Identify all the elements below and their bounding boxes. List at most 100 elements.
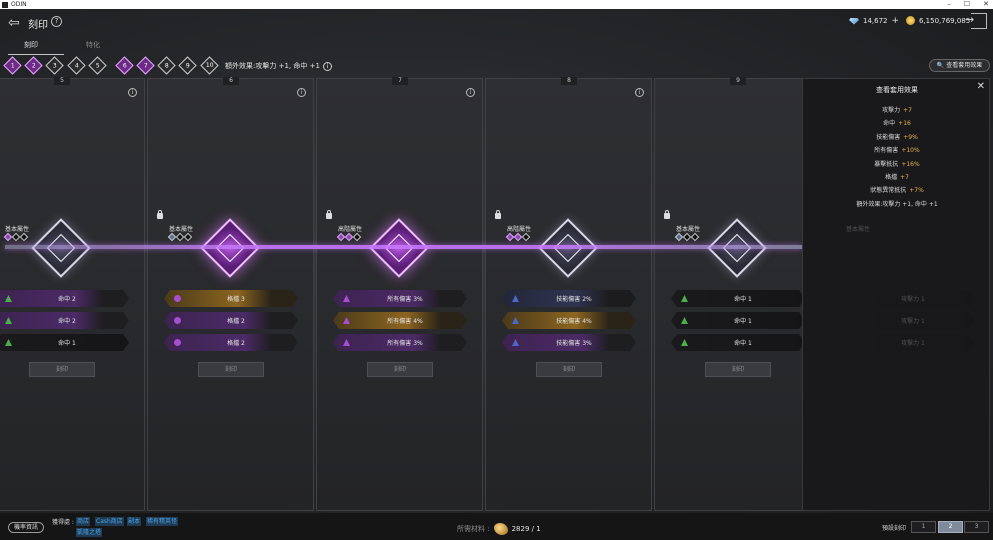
progress-node[interactable]: 2 (24, 56, 43, 75)
lock-icon (157, 210, 163, 219)
panel-bonus-effect: 額外效果:攻擊力 +1, 命中 +1 (856, 200, 938, 208)
progress-node[interactable]: 3 (45, 56, 65, 75)
stat-slot: 攻擊力 1 (841, 334, 975, 351)
preset-button-2[interactable]: 2 (938, 521, 963, 533)
info-icon[interactable]: i (466, 88, 475, 97)
bonus-effect: 額外效果:攻擊力 +1, 命中 +1 i (225, 61, 332, 71)
required-material: 所需材料 : 2829 / 1 (457, 523, 541, 535)
stat-slot[interactable]: 格擋 3 (164, 290, 298, 307)
preset-button-1[interactable]: 1 (911, 521, 936, 533)
attribute-diamonds (505, 232, 531, 242)
info-icon[interactable]: i (297, 88, 306, 97)
attribute-diamonds (167, 232, 193, 242)
tab-bar: 刻印 特化 (0, 40, 124, 55)
stat-slot[interactable]: 所有傷害 3% (333, 290, 467, 307)
engrave-emblem[interactable] (538, 218, 599, 279)
gold-coin-icon (906, 16, 915, 25)
engrave-column: 6 i 基本屬性 格擋 3 格擋 2 格擋 2 刻印 (147, 77, 314, 511)
stat-slot[interactable]: 命中 1 (671, 312, 805, 329)
effects-list: 攻擊力 +7 命中 +16 技能傷害 +9% 所有傷害 +10% 暴擊抵抗 +16% 格擋… (803, 104, 991, 211)
attribute-diamonds (3, 232, 29, 242)
gem-currency: 14,672 + (849, 16, 899, 26)
stat-slot[interactable]: 技能傷害 3% (502, 334, 636, 351)
close-window-button[interactable]: ✕ (983, 0, 989, 9)
gold-currency: 6,150,769,085 (906, 16, 970, 25)
engrave-emblem[interactable] (369, 218, 430, 279)
progress-node[interactable]: 1 (3, 56, 22, 75)
progress-node[interactable]: 4 (66, 56, 86, 75)
progress-node[interactable]: 5 (88, 56, 107, 75)
app-icon (2, 1, 8, 8)
engrave-button[interactable]: 刻印 (198, 362, 264, 377)
probability-info-button[interactable]: 機率資訊 (8, 522, 44, 533)
preset-label: 預設刻印 (882, 525, 907, 532)
info-icon[interactable]: i (322, 62, 332, 71)
stat-slot[interactable]: 命中 1 (671, 290, 805, 307)
panel-title: 查看套用效果 (876, 86, 918, 94)
gold-amount: 6,150,769,085 (919, 16, 971, 25)
stat-slot[interactable]: 格擋 2 (164, 312, 298, 329)
source-link-cash-shop[interactable]: Cash商店 (95, 517, 124, 526)
source-link-tower[interactable]: 凱隆之塔 (76, 528, 103, 537)
engrave-button[interactable]: 刻印 (536, 362, 602, 377)
attribute-label: 高階屬性 (507, 226, 532, 233)
window-title: ODIN (11, 1, 27, 8)
engrave-column: 5 i 基本屬性 命中 2 命中 2 命中 1 刻印 (0, 77, 145, 511)
info-icon[interactable]: i (635, 88, 644, 97)
stat-slot[interactable]: 格擋 2 (164, 334, 298, 351)
gem-icon (849, 17, 859, 25)
attribute-diamonds (674, 232, 700, 242)
column-number: 9 (730, 77, 746, 85)
source-link-rare-elite[interactable]: 稀有精英怪 (146, 517, 179, 526)
info-icon[interactable]: i (128, 88, 137, 97)
attribute-label: 高階屬性 (338, 226, 363, 233)
engrave-button[interactable]: 刻印 (29, 362, 95, 377)
progress-node[interactable]: 9 (178, 56, 198, 75)
page-title: 刻印 (28, 20, 48, 31)
stat-slot[interactable]: 命中 1 (671, 334, 805, 351)
engrave-emblem[interactable] (200, 218, 261, 279)
close-icon[interactable]: ✕ (977, 82, 985, 92)
window-titlebar: ODIN – ☐ ✕ (0, 0, 993, 9)
engrave-button[interactable]: 刻印 (705, 362, 771, 377)
engrave-progress: 1 2 3 4 5 6 7 8 9 10 (3, 56, 224, 75)
back-arrow-icon[interactable]: ⇦ (8, 15, 24, 31)
stat-slot[interactable]: 命中 1 (0, 334, 129, 351)
progress-node[interactable]: 6 (115, 56, 134, 75)
stat-slot[interactable]: 技能傷害 2% (502, 290, 636, 307)
engrave-emblem[interactable] (31, 218, 92, 279)
column-number: 6 (223, 77, 239, 85)
progress-node[interactable]: 8 (157, 56, 176, 75)
source-link-shop[interactable]: 商店 (76, 517, 91, 526)
stat-slot[interactable]: 技能傷害 4% (502, 312, 636, 329)
stat-slot[interactable]: 命中 2 (0, 290, 129, 307)
attribute-label: 基本屬性 (676, 226, 701, 233)
engrave-emblem[interactable] (707, 218, 768, 279)
progress-node[interactable]: 7 (136, 56, 155, 75)
stat-slot[interactable]: 命中 2 (0, 312, 129, 329)
engrave-column: 8 i 高階屬性 技能傷害 2% 技能傷害 4% 技能傷害 3% 刻印 (485, 77, 652, 511)
tab-engrave[interactable]: 刻印 (0, 40, 62, 55)
help-icon[interactable]: ? (51, 16, 62, 27)
effect-item: 狀態異常抵抗 +7% (870, 187, 924, 195)
preset-button-3[interactable]: 3 (964, 521, 989, 533)
attribute-label: 基本屬性 (5, 226, 30, 233)
tab-specialize[interactable]: 特化 (62, 40, 124, 55)
stat-slot[interactable]: 所有傷害 3% (333, 334, 467, 351)
progress-node[interactable]: 10 (199, 56, 219, 75)
lock-icon (495, 210, 501, 219)
minimize-button[interactable]: – (947, 0, 951, 9)
cost-label: 所需材料 : (457, 525, 490, 533)
maximize-button[interactable]: ☐ (964, 0, 970, 9)
lock-icon (326, 210, 332, 219)
engrave-button[interactable]: 刻印 (367, 362, 433, 377)
view-applied-effects-button[interactable]: 🔍 查看套用效果 (929, 59, 990, 72)
source-link-dungeon[interactable]: 副本 (127, 517, 142, 526)
stat-slot[interactable]: 所有傷害 4% (333, 312, 467, 329)
add-gems-button[interactable]: + (892, 16, 900, 26)
lock-icon (664, 210, 670, 219)
exit-icon[interactable] (965, 13, 987, 29)
bonus-effect-text: 額外效果:攻擊力 +1, 命中 +1 (225, 62, 320, 70)
effect-item: 攻擊力 +7 (882, 107, 912, 114)
material-icon (493, 523, 508, 535)
